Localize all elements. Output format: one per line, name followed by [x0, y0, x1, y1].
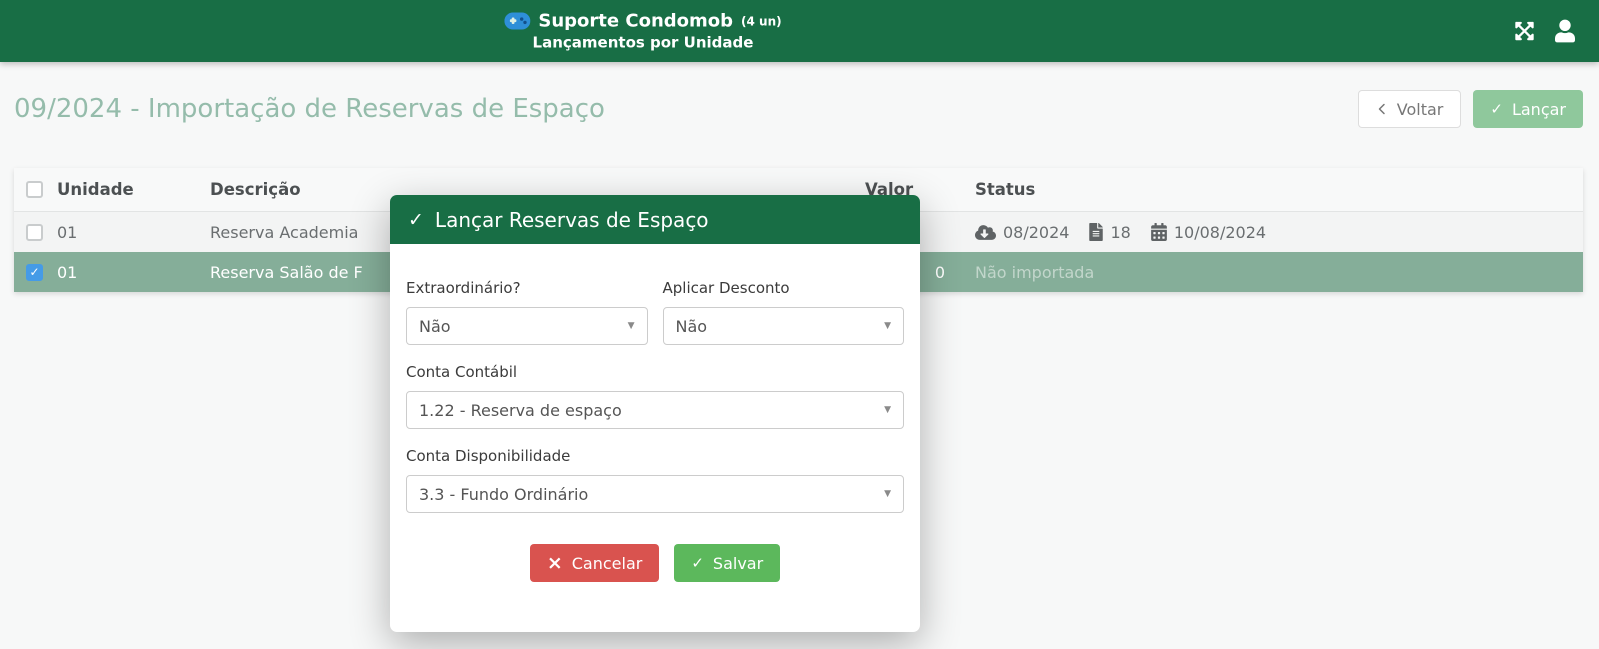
salvar-label: Salvar [713, 554, 763, 573]
col-unidade: Unidade [57, 180, 210, 199]
conta-contabil-value: 1.22 - Reserva de espaço [419, 401, 622, 420]
cell-status: 08/2024 18 10/08/2024 [975, 223, 1583, 242]
modal-title: Lançar Reservas de Espaço [435, 208, 709, 232]
calendar-icon [1151, 223, 1167, 241]
unit-count-badge: (4 un) [741, 14, 782, 28]
conta-disponibilidade-value: 3.3 - Fundo Ordinário [419, 485, 588, 504]
caret-down-icon: ▼ [884, 405, 891, 415]
check-icon: ✓ [408, 209, 424, 231]
cloud-download-icon [975, 224, 996, 241]
aplicar-desconto-select[interactable]: Não ▼ [663, 307, 905, 345]
close-icon: × [547, 554, 563, 573]
app-header: Suporte Condomob (4 un) Lançamentos por … [0, 0, 1599, 62]
page-subtitle: Lançamentos por Unidade [504, 34, 781, 52]
header-title-block: Suporte Condomob (4 un) Lançamentos por … [504, 11, 781, 52]
aplicar-desconto-value: Não [676, 317, 708, 336]
caret-down-icon: ▼ [884, 489, 891, 499]
aplicar-desconto-label: Aplicar Desconto [663, 278, 905, 298]
user-icon[interactable] [1555, 20, 1575, 43]
file-icon [1089, 223, 1103, 241]
status-periodo: 08/2024 [1003, 223, 1069, 242]
cell-unidade: 01 [57, 263, 210, 282]
page-title: 09/2024 - Importação de Reservas de Espa… [14, 94, 605, 124]
col-status: Status [975, 180, 1583, 199]
expand-arrows-icon[interactable] [1514, 21, 1535, 42]
status-quantidade: 18 [1110, 223, 1130, 242]
app-title: Suporte Condomob [538, 11, 733, 32]
conta-contabil-label: Conta Contábil [406, 362, 904, 382]
cancelar-button[interactable]: × Cancelar [530, 544, 660, 582]
extraordinario-select[interactable]: Não ▼ [406, 307, 648, 345]
cell-unidade: 01 [57, 223, 210, 242]
voltar-label: Voltar [1397, 100, 1444, 119]
conta-disponibilidade-label: Conta Disponibilidade [406, 446, 904, 466]
cell-status: Não importada [975, 263, 1583, 282]
status-data: 10/08/2024 [1174, 223, 1266, 242]
caret-down-icon: ▼ [884, 321, 891, 331]
modal-header: ✓ Lançar Reservas de Espaço [390, 195, 920, 244]
lancar-reservas-modal: ✓ Lançar Reservas de Espaço Extraordinár… [390, 195, 920, 632]
select-all-checkbox[interactable] [26, 181, 43, 198]
voltar-button[interactable]: Voltar [1358, 90, 1462, 128]
conta-contabil-select[interactable]: 1.22 - Reserva de espaço ▼ [406, 391, 904, 429]
row-checkbox-checked[interactable]: ✓ [26, 264, 43, 281]
lancar-label: Lançar [1512, 100, 1566, 119]
check-icon: ✓ [691, 554, 704, 572]
salvar-button[interactable]: ✓ Salvar [674, 544, 780, 582]
extraordinario-value: Não [419, 317, 451, 336]
row-checkbox[interactable] [26, 224, 43, 241]
caret-down-icon: ▼ [628, 321, 635, 331]
cancelar-label: Cancelar [572, 554, 643, 573]
chevron-left-icon [1376, 102, 1388, 116]
gamepad-icon [504, 13, 530, 30]
conta-disponibilidade-select[interactable]: 3.3 - Fundo Ordinário ▼ [406, 475, 904, 513]
check-icon: ✓ [1490, 100, 1503, 118]
extraordinario-label: Extraordinário? [406, 278, 648, 298]
lancar-button[interactable]: ✓ Lançar [1473, 90, 1583, 128]
